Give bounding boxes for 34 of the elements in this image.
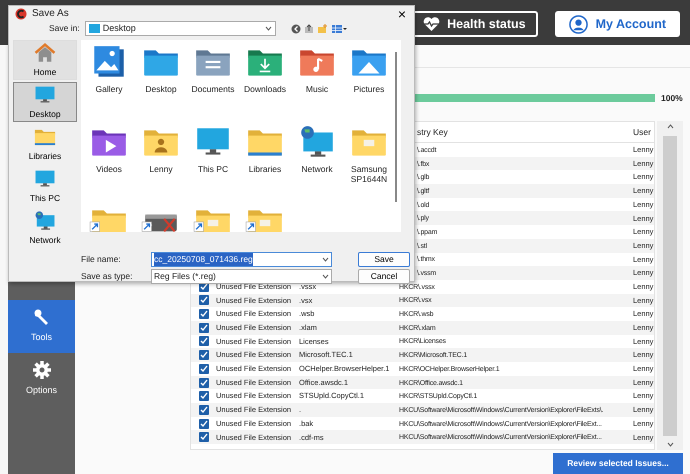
save-in-label: Save in:: [49, 22, 80, 35]
file-item-label[interactable]: Pictures: [343, 84, 395, 94]
place-item[interactable]: Libraries: [13, 124, 77, 164]
place-item[interactable]: Network: [13, 208, 77, 248]
file-item-label[interactable]: Desktop: [135, 84, 187, 94]
file-item-label[interactable]: Libraries: [239, 164, 291, 174]
file-item-label[interactable]: Downloads: [239, 84, 291, 94]
file-item-label[interactable]: Network: [291, 164, 343, 174]
file-item-label[interactable]: Videos: [83, 164, 135, 174]
my-account-button[interactable]: My Account: [554, 11, 680, 37]
file-type-dropdown[interactable]: Reg Files (*.reg): [151, 269, 332, 284]
file-name-label: File name:: [81, 253, 122, 266]
column-header: User: [633, 127, 651, 137]
file-item-label[interactable]: Documents: [187, 84, 239, 94]
review-button[interactable]: Review selected Issues...: [553, 453, 683, 474]
file-item-label[interactable]: Music: [291, 84, 343, 94]
file-item-label[interactable]: Gallery: [83, 84, 135, 94]
close-button[interactable]: ×: [396, 6, 408, 20]
cancel-button[interactable]: Cancel: [358, 269, 410, 284]
sidebar-item[interactable]: Options: [8, 353, 75, 406]
save-as-type-label: Save as type:: [81, 270, 134, 283]
dialog-title: Save As: [32, 7, 70, 21]
file-item-label[interactable]: Lenny: [135, 164, 187, 174]
column-header: stry Key: [417, 127, 448, 137]
save-in-dropdown[interactable]: Desktop: [84, 21, 276, 36]
place-item[interactable]: Desktop: [13, 82, 77, 122]
sidebar-item[interactable]: Tools: [8, 300, 75, 353]
file-item-label[interactable]: Samsung SP1644N: [343, 164, 395, 184]
file-name-field[interactable]: cc_20250708_071436.reg: [151, 252, 332, 267]
place-item[interactable]: Home: [13, 40, 77, 80]
place-item[interactable]: This PC: [13, 166, 77, 206]
save-button[interactable]: Save: [358, 252, 410, 267]
file-item-label[interactable]: This PC: [187, 164, 239, 174]
progress-reading: 100%: [661, 94, 683, 102]
